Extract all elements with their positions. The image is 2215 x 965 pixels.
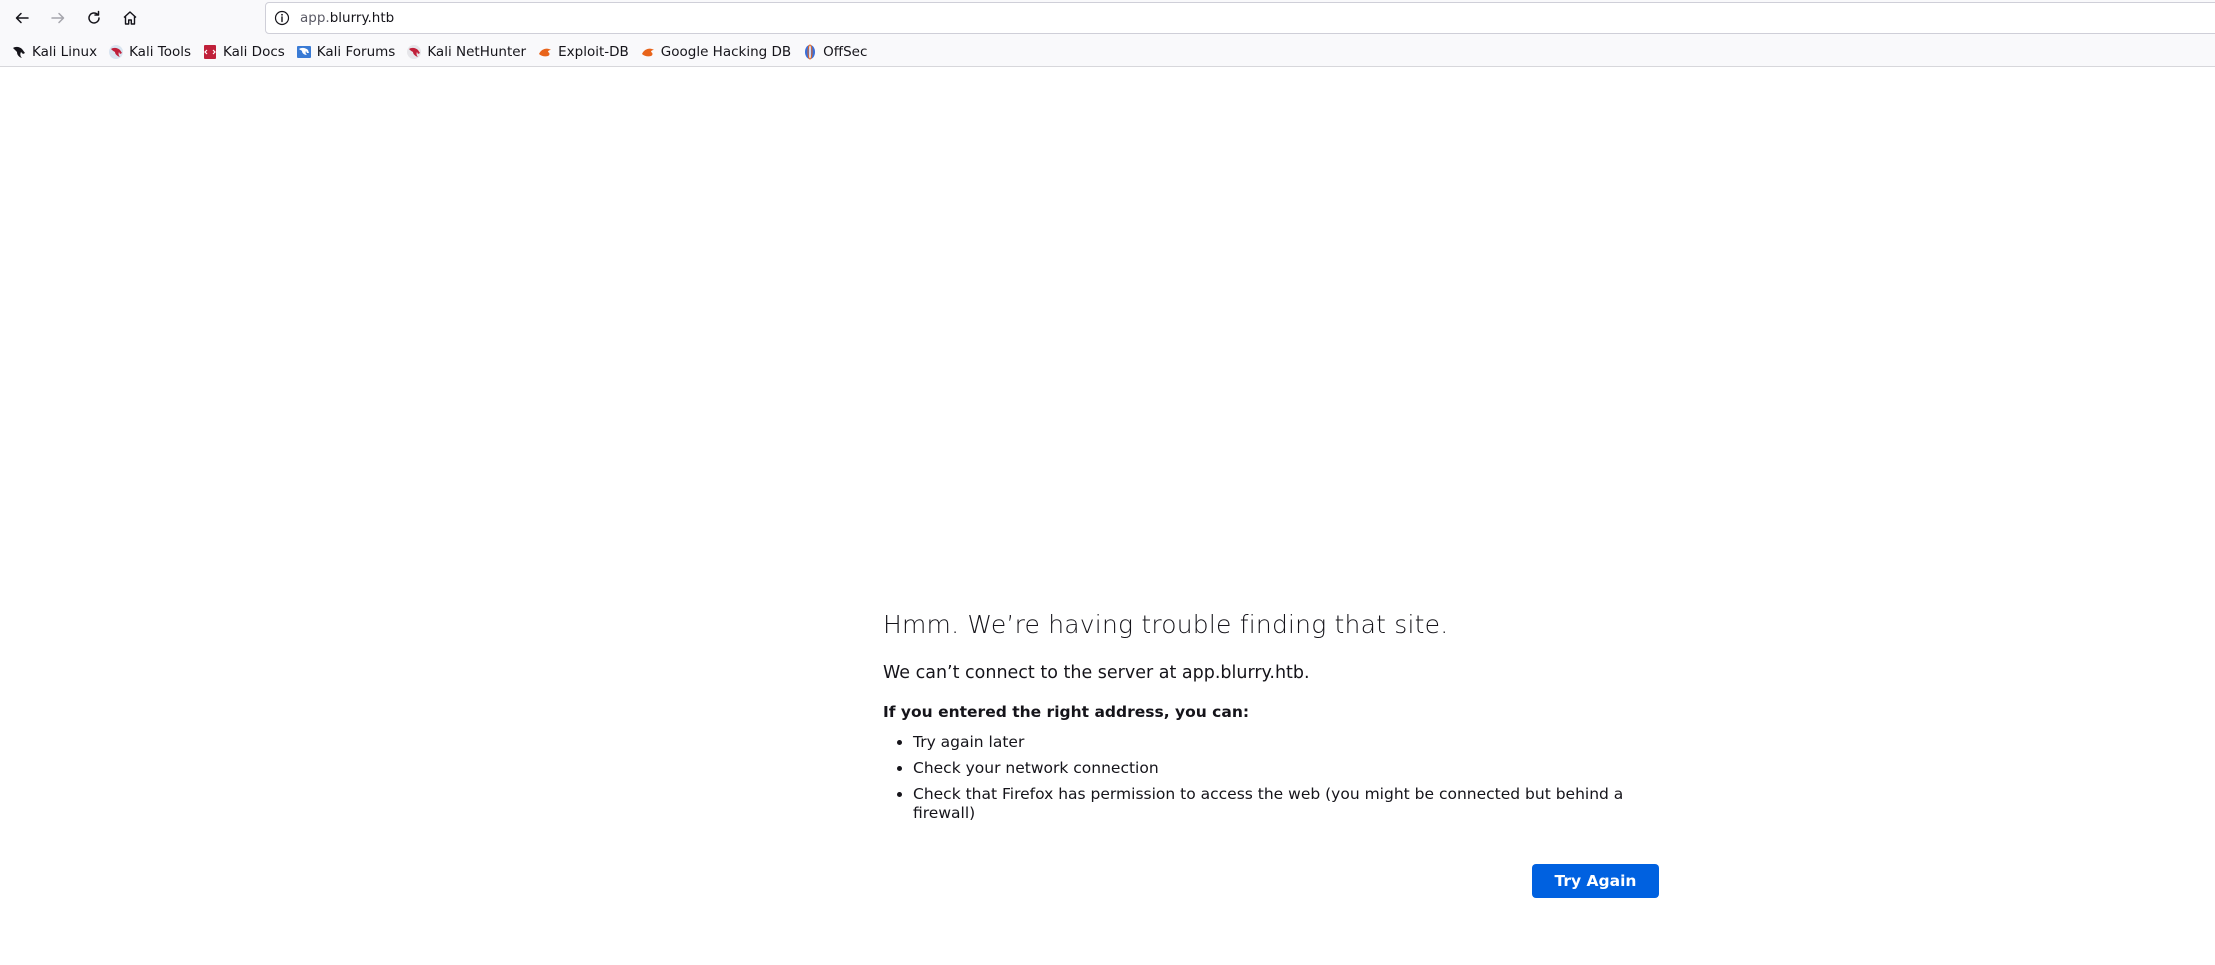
- bookmark-label: Kali NetHunter: [427, 43, 527, 60]
- error-description: We can’t connect to the server at app.bl…: [883, 663, 1310, 683]
- url-subdomain: app.: [300, 10, 330, 26]
- url-bar[interactable]: app.blurry.htb: [265, 2, 2215, 34]
- list-item: Check your network connection: [913, 759, 1658, 778]
- suggestion-list: Try again later Check your network conne…: [883, 733, 1658, 823]
- url-domain: blurry.htb: [329, 10, 395, 26]
- ghdb-icon: [640, 44, 656, 60]
- bookmark-kali-linux[interactable]: Kali Linux: [6, 40, 102, 64]
- bookmark-label: Exploit-DB: [558, 43, 629, 60]
- forward-button[interactable]: [44, 4, 72, 32]
- bookmark-kali-docs[interactable]: Kali Docs: [197, 40, 290, 64]
- bookmark-label: Kali Forums: [316, 43, 396, 60]
- reload-icon: [88, 10, 100, 24]
- info-icon[interactable]: [274, 10, 290, 26]
- reload-button[interactable]: [80, 4, 108, 32]
- error-content: Hmm. We’re having trouble finding that s…: [883, 610, 1658, 830]
- back-button[interactable]: [8, 4, 36, 32]
- bookmark-kali-forums[interactable]: Kali Forums: [291, 40, 401, 64]
- bookmark-label: Kali Docs: [223, 43, 285, 60]
- try-again-button[interactable]: Try Again: [1532, 864, 1659, 898]
- navigation-toolbar: app.blurry.htb: [0, 0, 2215, 37]
- bookmark-exploit-db[interactable]: Exploit-DB: [532, 40, 634, 64]
- kali-nethunter-icon: [406, 44, 422, 60]
- kali-forums-icon: [296, 44, 312, 60]
- bookmark-label: Kali Linux: [32, 43, 98, 60]
- error-title: Hmm. We’re having trouble finding that s…: [883, 610, 1449, 639]
- kali-dragon-icon: [11, 44, 27, 60]
- list-item: Check that Firefox has permission to acc…: [913, 785, 1658, 823]
- bookmark-kali-tools[interactable]: Kali Tools: [103, 40, 196, 64]
- bookmark-offsec[interactable]: OffSec: [797, 40, 872, 64]
- list-item: Try again later: [913, 733, 1658, 752]
- arrow-right-icon: [51, 12, 65, 24]
- bookmark-label: Google Hacking DB: [660, 43, 792, 60]
- url-text[interactable]: app.blurry.htb: [300, 10, 394, 26]
- home-button[interactable]: [116, 4, 144, 32]
- exploit-db-icon: [537, 44, 553, 60]
- home-icon: [123, 11, 137, 25]
- kali-tools-icon: [108, 44, 124, 60]
- bookmark-google-hacking-db[interactable]: Google Hacking DB: [635, 40, 796, 64]
- arrow-left-icon: [15, 12, 29, 24]
- bookmark-label: OffSec: [823, 43, 868, 60]
- offsec-icon: [802, 44, 818, 60]
- kali-docs-icon: [202, 44, 218, 60]
- bookmark-label: Kali Tools: [129, 43, 191, 60]
- error-subheading: If you entered the right address, you ca…: [883, 703, 1250, 721]
- bookmarks-toolbar: Kali Linux Kali Tools Kali Docs Kali For…: [0, 37, 2215, 67]
- bookmark-kali-nethunter[interactable]: Kali NetHunter: [401, 40, 531, 64]
